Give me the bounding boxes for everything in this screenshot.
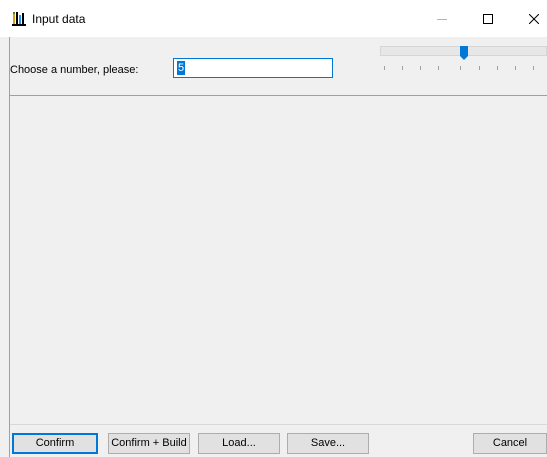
title-bar[interactable]: Input data [0, 0, 547, 37]
close-button[interactable] [511, 0, 547, 37]
number-slider[interactable] [380, 43, 547, 77]
slider-tick [384, 66, 385, 70]
slider-tick [533, 66, 534, 70]
confirm-build-button[interactable]: Confirm + Build [108, 433, 190, 454]
slider-tick [420, 66, 421, 70]
cancel-button[interactable]: Cancel [473, 433, 547, 454]
slider-tick [402, 66, 403, 70]
number-input[interactable]: 5 [173, 58, 333, 78]
number-input-value: 5 [177, 61, 186, 75]
slider-tick [515, 66, 516, 70]
load-button[interactable]: Load... [198, 433, 280, 454]
slider-tick [479, 66, 480, 70]
slider-thumb[interactable] [460, 46, 468, 60]
button-bar: Confirm Confirm + Build Load... Save... … [10, 424, 547, 457]
close-icon [529, 13, 539, 24]
input-panel: Choose a number, please: 5 [10, 37, 547, 96]
minimize-icon [437, 18, 447, 20]
prompt-label: Choose a number, please: [10, 64, 139, 76]
minimize-button[interactable] [419, 0, 465, 37]
app-chart-icon [12, 12, 26, 26]
input-data-window: Input data Choose a number, please: 5 Co… [0, 0, 547, 457]
save-button[interactable]: Save... [287, 433, 369, 454]
confirm-button[interactable]: Confirm [12, 433, 98, 454]
maximize-button[interactable] [465, 0, 511, 37]
slider-tick [497, 66, 498, 70]
slider-tick [460, 66, 461, 70]
maximize-icon [483, 13, 493, 24]
window-title: Input data [32, 12, 86, 26]
content-area [10, 96, 547, 424]
slider-tick [438, 66, 439, 70]
